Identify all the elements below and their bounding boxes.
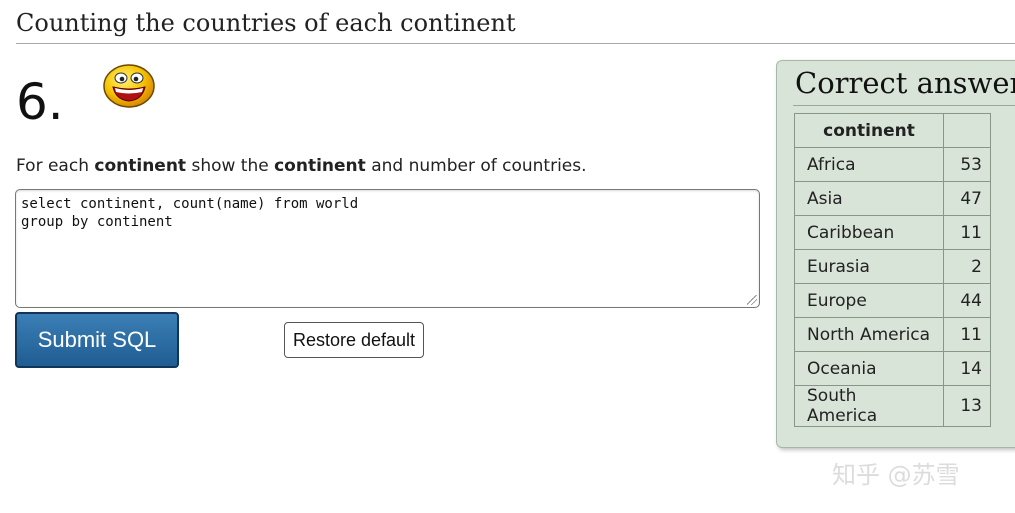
cell-continent: North America	[794, 317, 944, 352]
table-row: Eurasia 2	[794, 249, 991, 284]
cell-continent: Europe	[794, 283, 944, 318]
resize-grip-icon[interactable]	[747, 295, 757, 305]
table-row: Europe 44	[794, 283, 991, 318]
question-keyword: continent	[94, 156, 187, 176]
cell-continent: Caribbean	[794, 215, 944, 250]
answer-divider	[793, 105, 1015, 106]
cell-count: 11	[943, 317, 991, 352]
cell-count: 2	[943, 249, 991, 284]
page-title: Counting the countries of each continent	[16, 9, 516, 37]
cell-continent: Oceania	[794, 351, 944, 386]
submit-sql-button[interactable]: Submit SQL	[15, 312, 179, 368]
column-header-continent: continent	[794, 113, 944, 148]
watermark: 知乎 @苏雪	[832, 461, 960, 489]
cell-count: 14	[943, 351, 991, 386]
table-row: Asia 47	[794, 181, 991, 216]
cell-continent: Africa	[794, 147, 944, 182]
question-text: For each continent show the continent an…	[16, 156, 587, 176]
result-table: continent Africa 53 Asia 47 Caribbean 11 Eu…	[794, 113, 991, 427]
table-row: North America 11	[794, 317, 991, 352]
cell-count: 47	[943, 181, 991, 216]
question-text-part: show the	[186, 156, 275, 176]
smiley-face-icon	[103, 64, 155, 108]
table-row: Caribbean 11	[794, 215, 991, 250]
question-number: 6.	[16, 73, 64, 131]
table-row: South America 13	[794, 385, 991, 427]
table-header-row: continent	[794, 113, 991, 148]
correct-answer-title: Correct answer	[795, 66, 1015, 100]
question-keyword: continent	[274, 156, 366, 176]
cell-continent: Eurasia	[794, 249, 944, 284]
question-text-part: and number of countries.	[365, 156, 587, 176]
sql-editor[interactable]: select continent, count(name) from world…	[15, 189, 760, 308]
cell-count: 11	[943, 215, 991, 250]
sql-editor-text[interactable]: select continent, count(name) from world…	[21, 195, 358, 231]
cell-count: 13	[943, 385, 991, 427]
table-row: Africa 53	[794, 147, 991, 182]
cell-continent: Asia	[794, 181, 944, 216]
table-row: Oceania 14	[794, 351, 991, 386]
column-header-count	[943, 113, 991, 148]
cell-continent: South America	[794, 385, 944, 427]
question-text-part: For each	[16, 156, 95, 176]
correct-answer-panel: Correct answer continent Africa 53 Asia 47…	[776, 60, 1015, 448]
cell-count: 53	[943, 147, 991, 182]
restore-default-button[interactable]: Restore default	[284, 322, 424, 358]
title-divider	[16, 43, 1015, 44]
cell-count: 44	[943, 283, 991, 318]
